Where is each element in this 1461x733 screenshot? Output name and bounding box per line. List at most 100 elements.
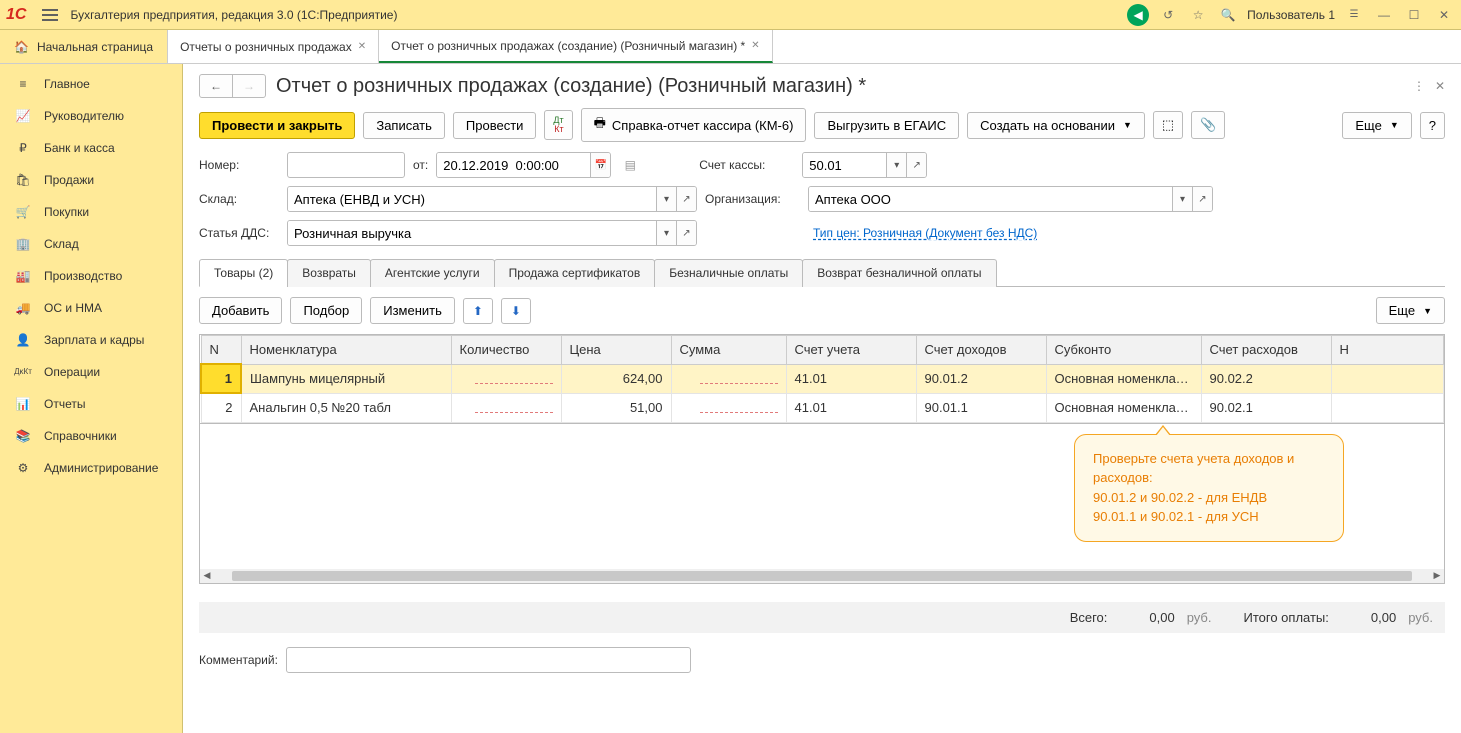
cell-sum[interactable] — [671, 364, 786, 393]
history-icon[interactable]: ↺ — [1157, 4, 1179, 26]
user-menu-icon[interactable]: ☰ — [1343, 4, 1365, 26]
cell-expense[interactable]: 90.02.2 — [1201, 364, 1331, 393]
announcement-icon[interactable]: ◀ — [1127, 4, 1149, 26]
subtab-cert[interactable]: Продажа сертификатов — [494, 259, 656, 287]
doc-status-icon[interactable]: ▤ — [619, 154, 641, 176]
user-label[interactable]: Пользователь 1 — [1247, 8, 1335, 22]
calendar-icon[interactable]: 📅 — [590, 153, 610, 177]
open-ref-icon[interactable]: ↗ — [676, 187, 696, 211]
cell-qty[interactable] — [451, 393, 561, 422]
number-input[interactable] — [287, 152, 405, 178]
sidebar-item-production[interactable]: 🏭Производство — [0, 260, 182, 292]
create-based-button[interactable]: Создать на основании▼ — [967, 112, 1145, 139]
col-income[interactable]: Счет доходов — [916, 336, 1046, 365]
sidebar-item-bank[interactable]: ₽Банк и касса — [0, 132, 182, 164]
post-button[interactable]: Провести — [453, 112, 537, 139]
sidebar-item-warehouse[interactable]: 🏢Склад — [0, 228, 182, 260]
date-input[interactable]: 📅 — [436, 152, 611, 178]
cell-price[interactable]: 51,00 — [561, 393, 671, 422]
save-button[interactable]: Записать — [363, 112, 445, 139]
cell-price[interactable]: 624,00 — [561, 364, 671, 393]
tab-reports-list[interactable]: Отчеты о розничных продажах ✕ — [168, 30, 379, 63]
cell-n[interactable]: 2 — [201, 393, 241, 422]
attachments-button[interactable]: 📎 — [1191, 111, 1225, 139]
cell-nomenclature[interactable]: Анальгин 0,5 №20 табл — [241, 393, 451, 422]
main-menu-icon[interactable] — [42, 6, 60, 24]
window-maximize[interactable]: ☐ — [1403, 4, 1425, 26]
open-ref-icon[interactable]: ↗ — [676, 221, 696, 245]
close-tab-icon[interactable]: ✕ — [751, 40, 759, 51]
subtab-returns[interactable]: Возвраты — [287, 259, 371, 287]
goods-grid[interactable]: N Номенклатура Количество Цена Сумма Сче… — [199, 334, 1445, 424]
cashier-report-button[interactable]: 🖶Справка-отчет кассира (КМ-6) — [581, 108, 807, 142]
cell-subconto[interactable]: Основная номенклату... — [1046, 393, 1201, 422]
sidebar-item-assets[interactable]: 🚚ОС и НМА — [0, 292, 182, 324]
price-type-link[interactable]: Тип цен: Розничная (Документ без НДС) — [813, 226, 1037, 240]
col-extra[interactable]: Н — [1331, 336, 1444, 365]
dds-input[interactable]: ▾↗ — [287, 220, 697, 246]
col-account[interactable]: Счет учета — [786, 336, 916, 365]
post-and-close-button[interactable]: Провести и закрыть — [199, 112, 355, 139]
cell-extra[interactable] — [1331, 393, 1444, 422]
sidebar-item-main[interactable]: ≡Главное — [0, 68, 182, 100]
nav-back-button[interactable]: ← — [200, 75, 233, 97]
col-qty[interactable]: Количество — [451, 336, 561, 365]
cell-account[interactable]: 41.01 — [786, 393, 916, 422]
scroll-left-icon[interactable]: ◀ — [200, 569, 214, 583]
home-tab[interactable]: 🏠 Начальная страница — [0, 30, 168, 63]
subtab-goods[interactable]: Товары (2) — [199, 259, 288, 287]
sidebar-item-catalogs[interactable]: 📚Справочники — [0, 420, 182, 452]
window-minimize[interactable]: — — [1373, 4, 1395, 26]
edit-row-button[interactable]: Изменить — [370, 297, 455, 324]
nav-forward-button[interactable]: → — [233, 75, 265, 97]
more-button[interactable]: Еще▼ — [1342, 112, 1411, 139]
sidebar-item-manager[interactable]: 📈Руководителю — [0, 100, 182, 132]
cell-income[interactable]: 90.01.1 — [916, 393, 1046, 422]
scroll-right-icon[interactable]: ▶ — [1430, 569, 1444, 583]
chevron-down-icon[interactable]: ▾ — [656, 221, 676, 245]
pick-button[interactable]: Подбор — [290, 297, 362, 324]
tab-current-doc[interactable]: Отчет о розничных продажах (создание) (Р… — [379, 30, 772, 63]
col-sum[interactable]: Сумма — [671, 336, 786, 365]
sidebar-item-purchases[interactable]: 🛒Покупки — [0, 196, 182, 228]
more-menu-icon[interactable]: ⋮ — [1413, 79, 1425, 93]
sidebar-item-reports[interactable]: 📊Отчеты — [0, 388, 182, 420]
egais-button[interactable]: Выгрузить в ЕГАИС — [814, 112, 959, 139]
col-n[interactable]: N — [201, 336, 241, 365]
col-subconto[interactable]: Субконто — [1046, 336, 1201, 365]
chevron-down-icon[interactable]: ▾ — [656, 187, 676, 211]
sidebar-item-operations[interactable]: ДᴋКᴛОперации — [0, 356, 182, 388]
move-up-button[interactable]: ⬆ — [463, 298, 493, 324]
sidebar-item-admin[interactable]: ⚙Администрирование — [0, 452, 182, 484]
col-expense[interactable]: Счет расходов — [1201, 336, 1331, 365]
open-ref-icon[interactable]: ↗ — [906, 153, 926, 177]
subtab-cashless-return[interactable]: Возврат безналичной оплаты — [802, 259, 996, 287]
sidebar-item-sales[interactable]: 🛍Продажи — [0, 164, 182, 196]
open-ref-icon[interactable]: ↗ — [1192, 187, 1212, 211]
subtab-agent[interactable]: Агентские услуги — [370, 259, 495, 287]
move-down-button[interactable]: ⬇ — [501, 298, 531, 324]
close-tab-icon[interactable]: ✕ — [358, 41, 366, 52]
search-icon[interactable]: 🔍 — [1217, 4, 1239, 26]
warehouse-input[interactable]: ▾↗ — [287, 186, 697, 212]
grid-empty-area[interactable]: Проверьте счета учета доходов и расходов… — [199, 424, 1445, 584]
cell-account[interactable]: 41.01 — [786, 364, 916, 393]
window-close[interactable]: ✕ — [1433, 4, 1455, 26]
add-row-button[interactable]: Добавить — [199, 297, 282, 324]
grid-more-button[interactable]: Еще▼ — [1376, 297, 1445, 324]
cell-income[interactable]: 90.01.2 — [916, 364, 1046, 393]
org-input[interactable]: ▾↗ — [808, 186, 1213, 212]
structure-button[interactable]: ⬚ — [1153, 111, 1183, 139]
cell-n[interactable]: 1 — [201, 364, 241, 393]
chevron-down-icon[interactable]: ▾ — [1172, 187, 1192, 211]
cell-sum[interactable] — [671, 393, 786, 422]
cell-extra[interactable] — [1331, 364, 1444, 393]
close-document-icon[interactable]: ✕ — [1435, 79, 1445, 93]
subtab-cashless[interactable]: Безналичные оплаты — [654, 259, 803, 287]
sidebar-item-salary[interactable]: 👤Зарплата и кадры — [0, 324, 182, 356]
scroll-thumb[interactable] — [232, 571, 1412, 581]
chevron-down-icon[interactable]: ▾ — [886, 153, 906, 177]
grid-row[interactable]: 2 Анальгин 0,5 №20 табл 51,00 41.01 90.0… — [201, 393, 1444, 422]
cash-account-input[interactable]: ▾↗ — [802, 152, 927, 178]
cell-nomenclature[interactable]: Шампунь мицелярный — [241, 364, 451, 393]
